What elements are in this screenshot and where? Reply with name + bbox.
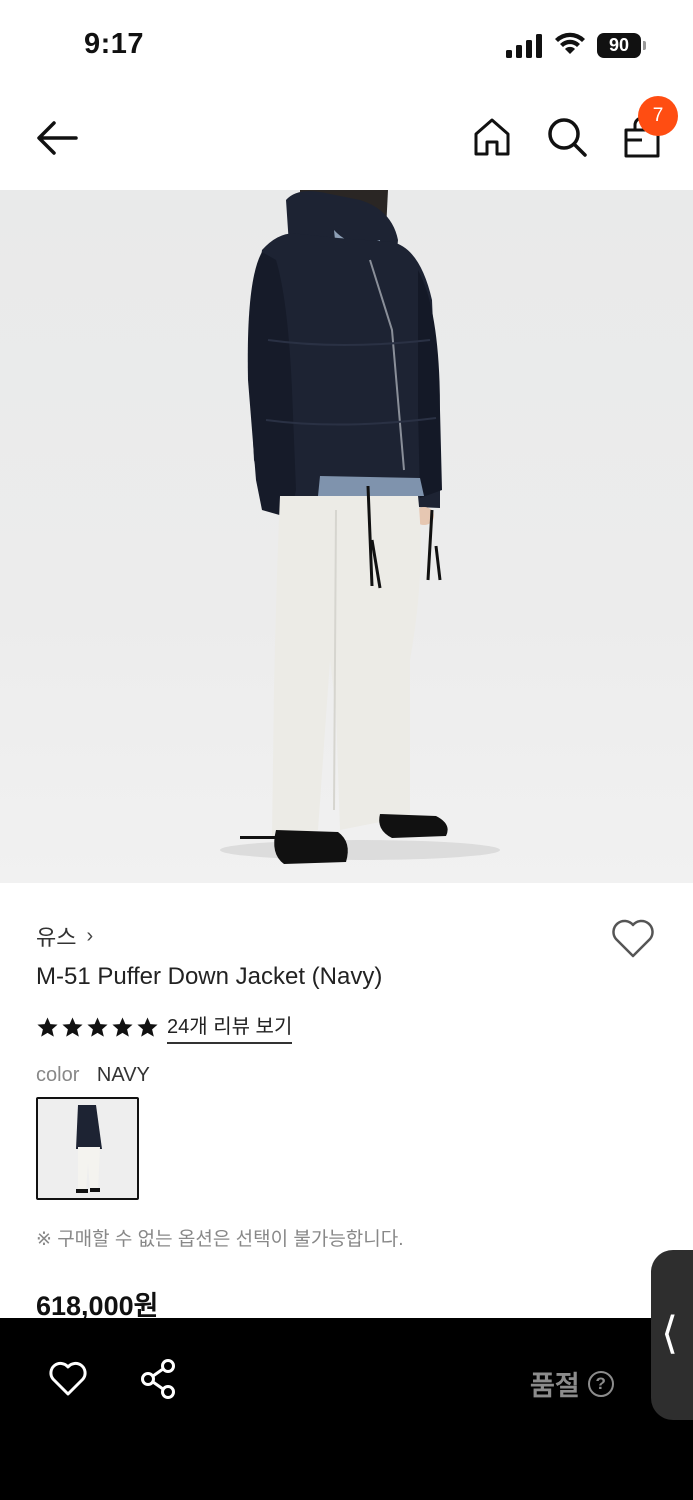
- battery-tip: [643, 41, 646, 50]
- status-bar: 9:17 90: [0, 0, 693, 90]
- chevron-left-icon: ⟨: [661, 1308, 679, 1359]
- battery-indicator: 90: [597, 33, 641, 58]
- product-title: M-51 Puffer Down Jacket (Navy): [36, 963, 383, 990]
- bottom-action-bar: 품절 ?: [0, 1318, 693, 1500]
- cart-count-badge: 7: [638, 96, 678, 136]
- search-icon[interactable]: [546, 116, 588, 158]
- star-icon: [137, 1016, 158, 1037]
- cellular-signal-icon: [506, 34, 544, 58]
- share-icon[interactable]: [138, 1358, 180, 1400]
- wishlist-heart-icon[interactable]: [610, 918, 656, 960]
- brand-name: 유스: [36, 925, 77, 950]
- home-icon[interactable]: [472, 116, 512, 158]
- side-drawer-handle[interactable]: ⟨: [651, 1250, 693, 1420]
- soldout-label: 품절: [530, 1371, 580, 1401]
- option-notice: ※ 구매할 수 없는 옵션은 선택이 불가능합니다.: [36, 1229, 404, 1250]
- brand-link[interactable]: 유스 ›: [36, 920, 93, 952]
- product-image-carousel[interactable]: [0, 190, 693, 883]
- wifi-icon: [555, 32, 585, 54]
- chevron-right-icon: ›: [86, 924, 94, 947]
- heart-icon[interactable]: [48, 1360, 88, 1398]
- back-arrow-icon[interactable]: [34, 118, 80, 158]
- star-icon: [62, 1016, 83, 1037]
- star-icon: [87, 1016, 108, 1037]
- review-link[interactable]: 24개 리뷰 보기: [167, 1010, 293, 1044]
- color-label: color: [36, 1064, 80, 1086]
- star-icon: [112, 1016, 133, 1037]
- soldout-status: 품절 ?: [530, 1364, 614, 1403]
- carousel-indicator: [240, 836, 276, 839]
- star-rating: [36, 1016, 159, 1039]
- color-row: color NAVY: [36, 1064, 150, 1087]
- color-option-swatch[interactable]: [36, 1097, 139, 1200]
- top-nav-bar: [0, 90, 693, 190]
- status-time: 9:17: [84, 28, 145, 60]
- help-icon[interactable]: ?: [587, 1370, 614, 1397]
- color-value: NAVY: [96, 1064, 150, 1086]
- swatch-thumbnail: [38, 1099, 137, 1198]
- product-photo: [220, 190, 500, 864]
- star-icon: [37, 1016, 58, 1037]
- rating-row: 24개 리뷰 보기: [36, 1010, 293, 1044]
